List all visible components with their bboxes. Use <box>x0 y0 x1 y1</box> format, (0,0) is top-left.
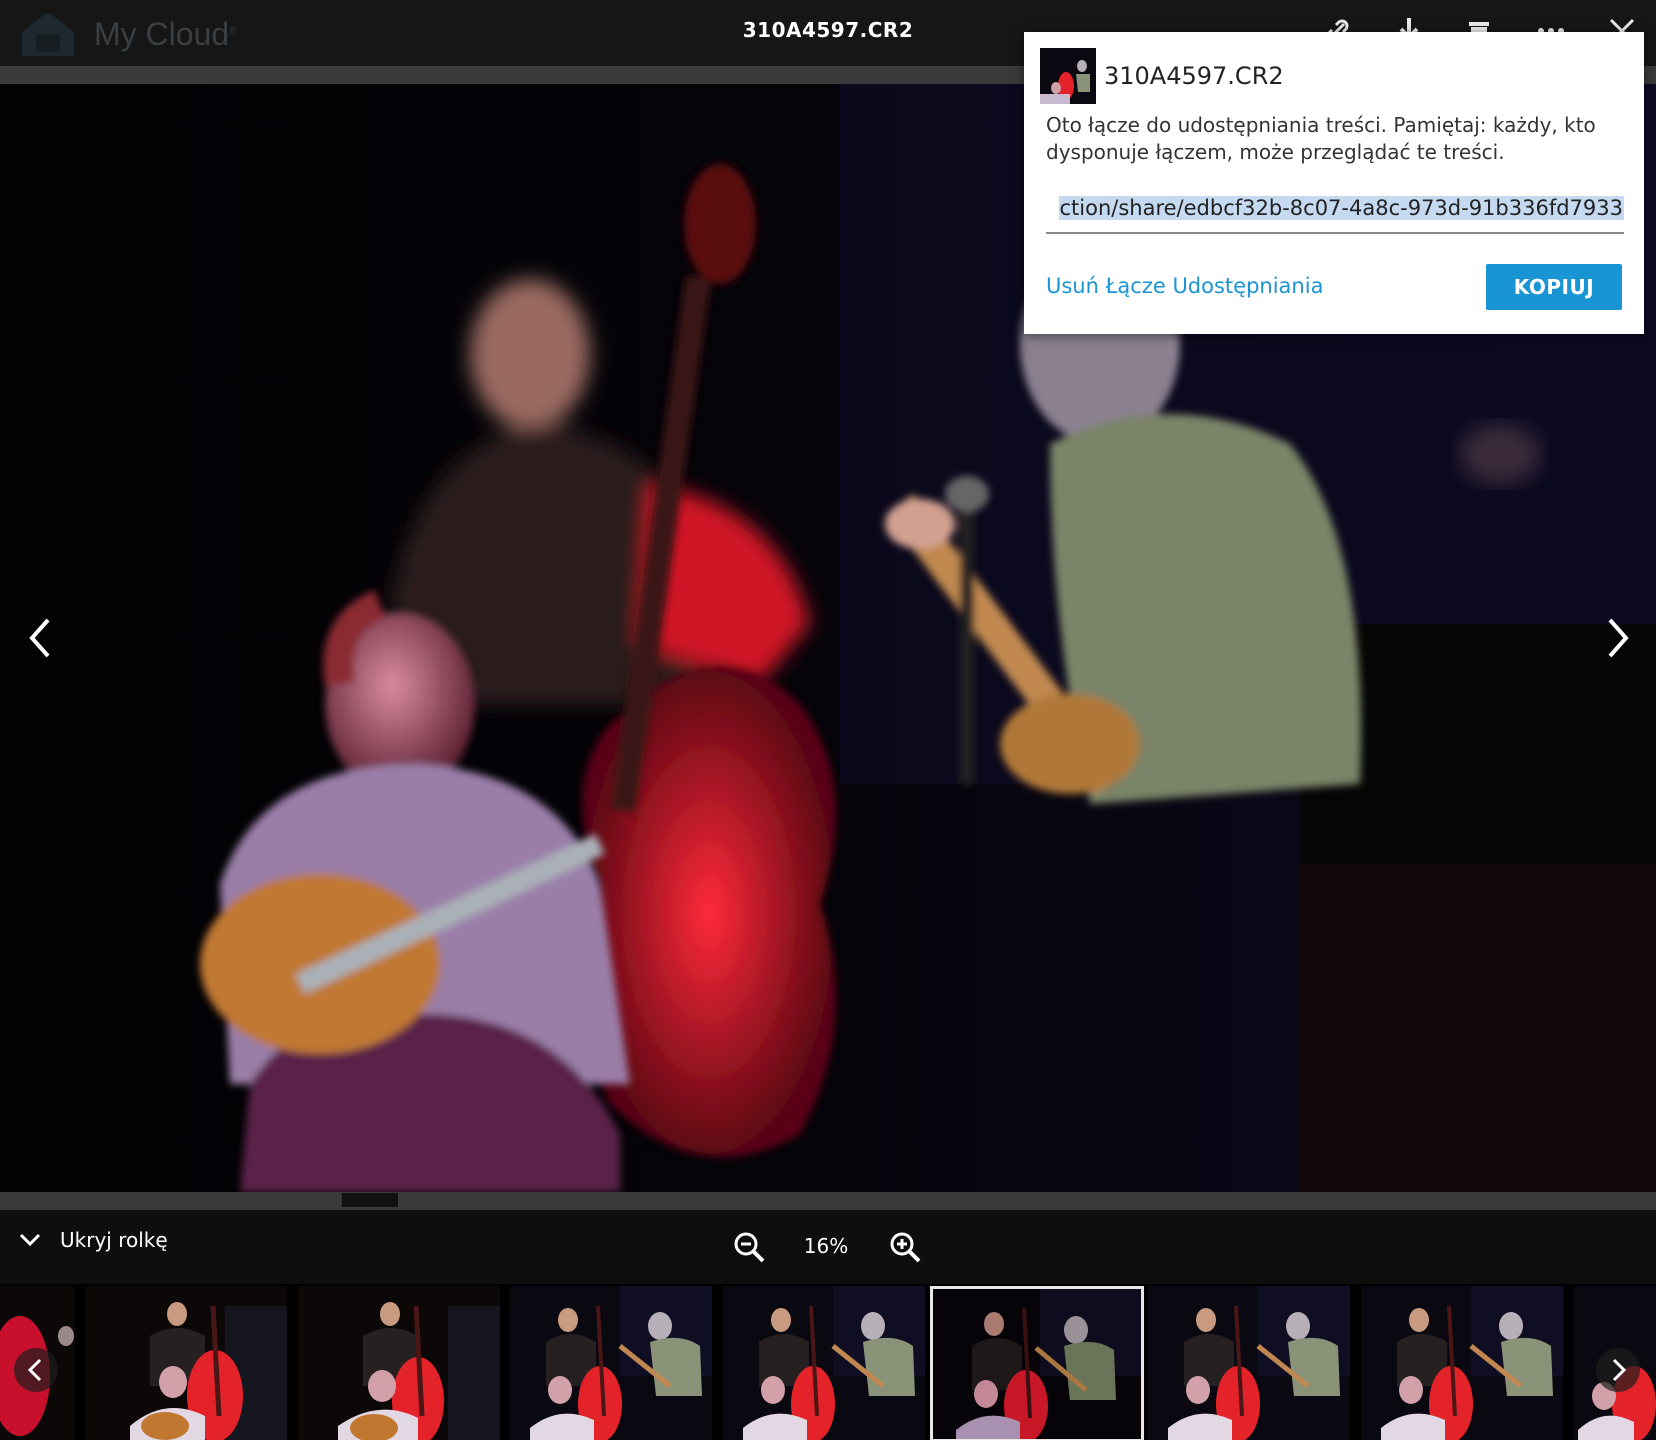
share-link-popup: 310A4597.CR2 Oto łącze do udostępniania … <box>1024 32 1644 334</box>
next-photo-arrow-icon[interactable] <box>1594 608 1644 668</box>
share-message: Oto łącze do udostępniania treści. Pamię… <box>1046 113 1596 164</box>
previous-photo-arrow-icon[interactable] <box>14 608 64 668</box>
remove-share-link-button[interactable]: Usuń Łącze Udostępniania <box>1046 274 1323 298</box>
film-thumbnail[interactable] <box>298 1286 500 1440</box>
share-link-text[interactable]: ction/share/edbcf32b-8c07-4a8c-973d-91b3… <box>1058 196 1624 220</box>
film-thumbnail[interactable] <box>1148 1286 1350 1440</box>
share-link-field[interactable]: ction/share/edbcf32b-8c07-4a8c-973d-91b3… <box>1046 192 1624 234</box>
zoom-level: 16% <box>803 1234 849 1258</box>
film-scrub-handle[interactable] <box>342 1193 398 1207</box>
film-scrub-track[interactable] <box>0 1192 1656 1210</box>
film-strip <box>0 1284 1656 1440</box>
share-file-title: 310A4597.CR2 <box>1104 62 1284 90</box>
film-strip-prev-icon[interactable] <box>14 1348 58 1392</box>
film-strip-next-icon[interactable] <box>1596 1348 1640 1392</box>
copy-button[interactable]: KOPIUJ <box>1486 264 1622 310</box>
film-thumbnail-selected[interactable] <box>930 1286 1144 1440</box>
share-file-thumbnail <box>1040 48 1096 104</box>
film-thumbnail[interactable] <box>85 1286 287 1440</box>
zoom-in-icon[interactable] <box>888 1230 922 1264</box>
film-thumbnail[interactable] <box>510 1286 712 1440</box>
film-thumbnail[interactable] <box>1361 1286 1563 1440</box>
chevron-down-icon <box>19 1233 41 1247</box>
hide-roll-label: Ukryj rolkę <box>60 1228 168 1252</box>
zoom-out-icon[interactable] <box>732 1230 766 1264</box>
hide-roll-button[interactable]: Ukryj rolkę <box>18 1228 168 1252</box>
film-thumbnail[interactable] <box>723 1286 925 1440</box>
